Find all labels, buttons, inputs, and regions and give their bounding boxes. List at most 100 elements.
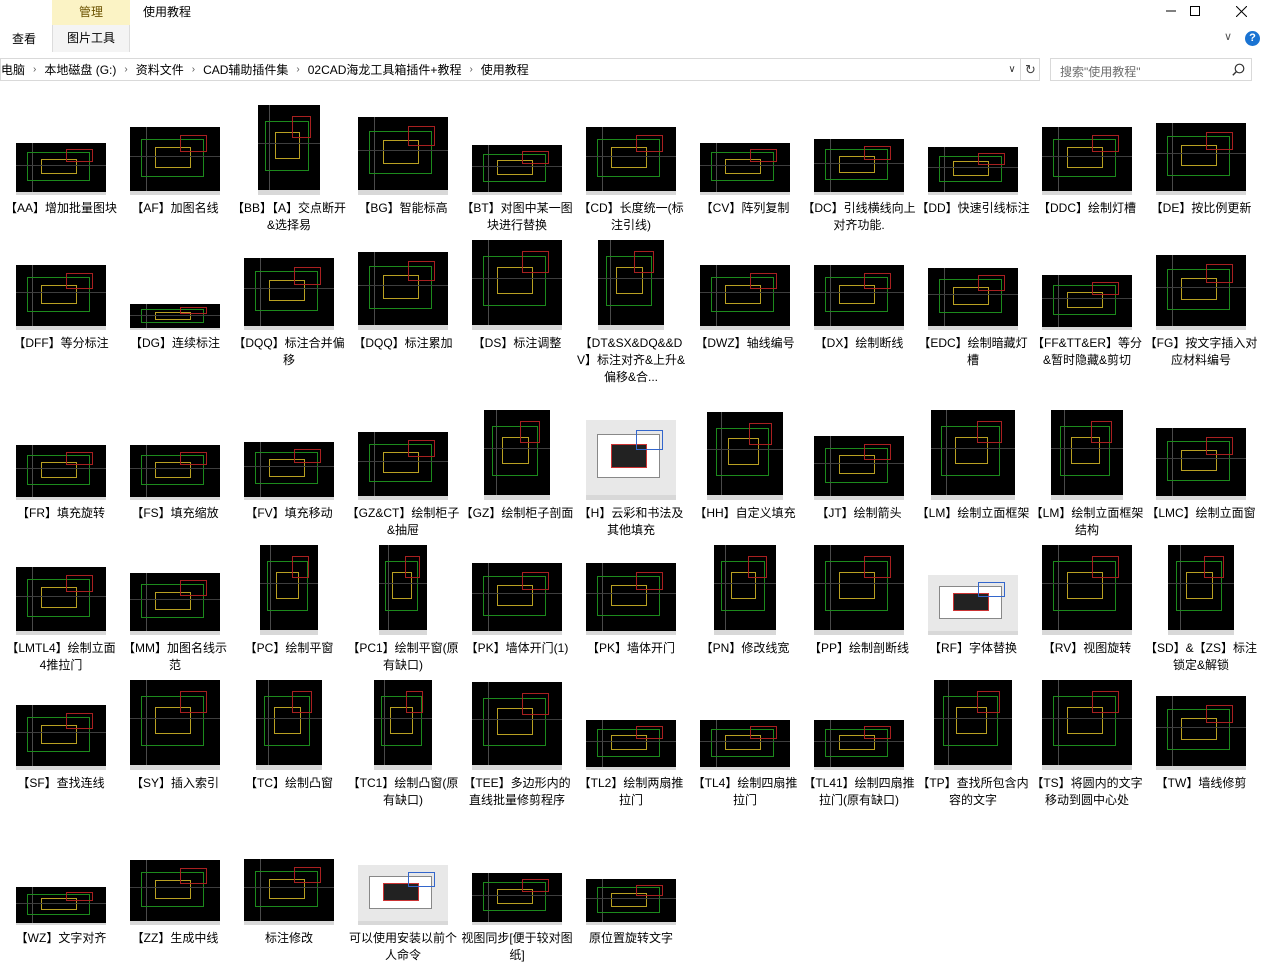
file-thumbnail[interactable]: [1042, 275, 1132, 330]
file-thumbnail[interactable]: [814, 545, 904, 635]
file-thumbnail[interactable]: [472, 873, 562, 925]
file-thumbnail[interactable]: [16, 143, 106, 195]
file-thumbnail[interactable]: [928, 147, 1018, 195]
file-thumbnail[interactable]: [130, 445, 220, 500]
file-name: 标注修改: [264, 931, 313, 945]
file-thumbnail[interactable]: [586, 879, 676, 925]
file-thumbnail[interactable]: [379, 545, 427, 635]
file-thumbnail[interactable]: [586, 420, 676, 500]
help-icon[interactable]: ?: [1245, 31, 1260, 46]
breadcrumb-separator-icon[interactable]: ›: [29, 64, 40, 75]
file-name: 【CV】阵列复制: [700, 201, 790, 215]
file-thumbnail[interactable]: [700, 720, 790, 770]
file-thumbnail[interactable]: [931, 410, 1015, 500]
file-thumbnail[interactable]: [1168, 545, 1234, 635]
address-bar[interactable]: 电脑 › 本地磁盘 (G:) › 资料文件 › CAD辅助插件集 › 02CAD…: [0, 58, 1040, 81]
file-thumbnail[interactable]: [244, 258, 334, 330]
file-thumbnail[interactable]: [16, 445, 106, 500]
breadcrumb-separator-icon[interactable]: ›: [188, 64, 199, 75]
file-thumbnail[interactable]: [472, 240, 562, 330]
file-thumbnail[interactable]: [16, 265, 106, 330]
file-thumbnail[interactable]: [707, 412, 783, 500]
file-thumbnail[interactable]: [130, 680, 220, 770]
file-thumbnail[interactable]: [358, 252, 448, 330]
file-thumbnail[interactable]: [1042, 545, 1132, 635]
file-thumbnail[interactable]: [16, 705, 106, 770]
search-box[interactable]: 搜索"使用教程": [1050, 58, 1252, 81]
file-thumbnail[interactable]: [374, 680, 432, 770]
file-name: 【JT】绘制箭头: [816, 506, 902, 520]
file-name: 【ZZ】生成中线: [131, 931, 219, 945]
file-thumbnail[interactable]: [928, 268, 1018, 330]
breadcrumb-current[interactable]: 使用教程: [477, 61, 533, 78]
breadcrumb-drive[interactable]: 本地磁盘 (G:): [40, 61, 120, 78]
breadcrumb-separator-icon[interactable]: ›: [120, 64, 131, 75]
address-dropdown-icon[interactable]: ∨: [1004, 59, 1020, 80]
file-thumbnail[interactable]: [814, 139, 904, 195]
file-thumbnail[interactable]: [1042, 127, 1132, 195]
file-thumbnail[interactable]: [1042, 680, 1132, 770]
search-icon[interactable]: [1232, 63, 1245, 76]
breadcrumb-folder[interactable]: 02CAD海龙工具箱插件+教程: [304, 61, 466, 78]
file-thumbnail[interactable]: [814, 436, 904, 500]
file-thumbnail[interactable]: [934, 680, 1012, 770]
close-button[interactable]: [1218, 0, 1262, 22]
refresh-icon[interactable]: ↻: [1020, 59, 1039, 80]
file-name: 【LMTL4】绘制立面4推拉门: [6, 641, 116, 672]
file-thumbnail[interactable]: [130, 304, 220, 330]
file-name: 【DX】绘制断线: [814, 336, 904, 350]
file-thumbnail[interactable]: [928, 575, 1018, 635]
file-thumbnail[interactable]: [472, 145, 562, 195]
file-thumbnail[interactable]: [472, 563, 562, 635]
file-thumbnail[interactable]: [244, 859, 334, 925]
breadcrumb-pc[interactable]: 电脑: [1, 61, 29, 78]
breadcrumb-separator-icon[interactable]: ›: [292, 64, 303, 75]
file-thumbnail[interactable]: [814, 265, 904, 330]
breadcrumb-folder[interactable]: 资料文件: [132, 61, 188, 78]
file-name: 【PC1】绘制平窗(原有缺口): [347, 641, 459, 672]
file-thumbnail[interactable]: [130, 573, 220, 635]
file-thumbnail[interactable]: [358, 432, 448, 500]
file-thumbnail[interactable]: [814, 720, 904, 770]
file-thumbnail[interactable]: [358, 117, 448, 195]
tab-manage[interactable]: 管理: [52, 0, 130, 25]
file-thumbnail[interactable]: [472, 682, 562, 770]
file-thumbnail[interactable]: [586, 720, 676, 770]
tab-view[interactable]: 查看: [12, 30, 36, 47]
file-thumbnail[interactable]: [598, 240, 664, 330]
file-thumbnail[interactable]: [358, 865, 448, 925]
file-thumbnail[interactable]: [700, 265, 790, 330]
file-name: 【TW】墙线修剪: [1155, 776, 1247, 790]
file-thumbnail[interactable]: [484, 410, 550, 500]
file-thumbnail[interactable]: [16, 567, 106, 635]
breadcrumb-folder[interactable]: CAD辅助插件集: [199, 61, 292, 78]
file-thumbnail[interactable]: [586, 563, 676, 635]
file-thumbnail[interactable]: [586, 127, 676, 195]
breadcrumb-separator-icon[interactable]: ›: [465, 64, 476, 75]
file-thumbnail[interactable]: [714, 545, 776, 635]
file-thumbnail[interactable]: [244, 442, 334, 500]
file-name: 【DC】引线横线向上对齐功能.: [802, 201, 916, 232]
file-name: 【DFF】等分标注: [13, 336, 109, 350]
file-thumbnail[interactable]: [1156, 255, 1246, 330]
file-thumbnail[interactable]: [258, 105, 320, 195]
file-thumbnail[interactable]: [1156, 123, 1246, 195]
file-thumbnail[interactable]: [260, 545, 318, 635]
file-thumbnail[interactable]: [1156, 428, 1246, 500]
file-thumbnail[interactable]: [1051, 410, 1123, 500]
search-placeholder: 搜索"使用教程": [1060, 65, 1141, 79]
file-thumbnail[interactable]: [16, 887, 106, 925]
file-thumbnail[interactable]: [700, 143, 790, 195]
file-thumbnail[interactable]: [256, 680, 322, 770]
file-thumbnail[interactable]: [130, 127, 220, 195]
tab-picture-tools[interactable]: 图片工具: [52, 25, 130, 52]
file-thumbnail[interactable]: [1156, 696, 1246, 770]
file-name: 【PN】修改线宽: [700, 641, 790, 655]
file-name: 【LM】绘制立面框架: [916, 506, 1030, 520]
file-name: 【H】云彩和书法及其他填充: [578, 506, 684, 537]
ribbon-expand-icon[interactable]: ∨: [1224, 30, 1232, 43]
file-thumbnail[interactable]: [130, 860, 220, 925]
file-name: 【FV】填充移动: [245, 506, 333, 520]
maximize-button[interactable]: [1172, 0, 1218, 22]
file-name: 【GZ】绘制柜子剖面: [460, 506, 574, 520]
